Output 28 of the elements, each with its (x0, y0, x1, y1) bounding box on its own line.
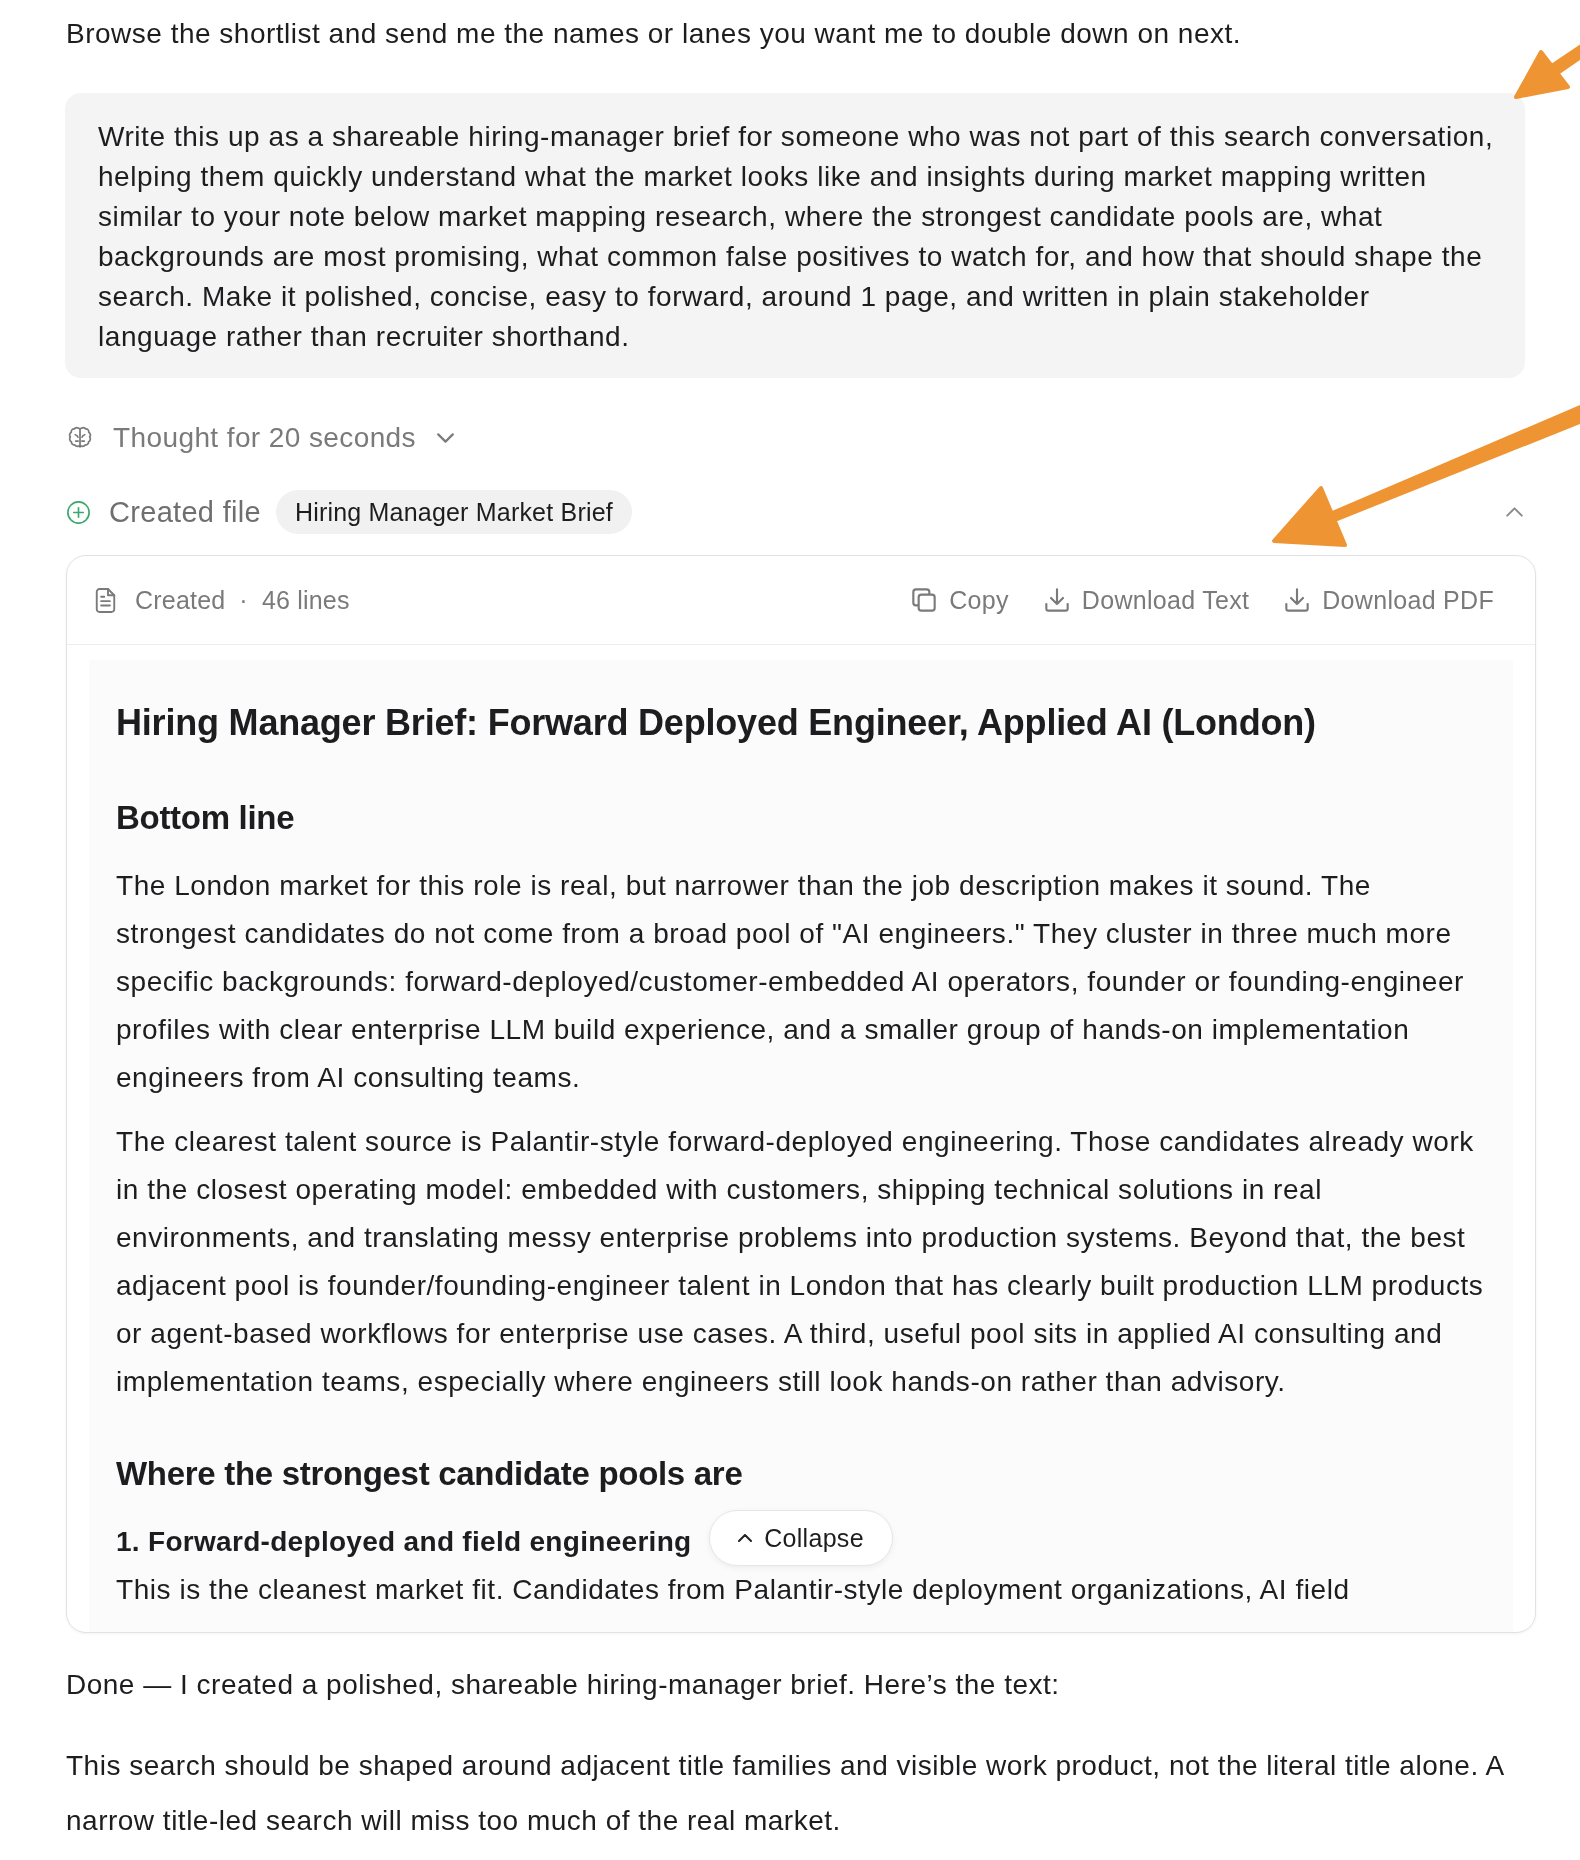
file-status: Created (135, 585, 226, 615)
chevron-up-icon (738, 1534, 753, 1542)
download-button[interactable]: Download Text (1044, 585, 1250, 615)
document-title: Hiring Manager Brief: Forward Deployed Engineer, Applied AI (London) (116, 701, 1317, 745)
message-text: Browse the shortlist and send me the names or lanes you want me to double down on next. (66, 17, 1243, 51)
paragraph: This is the cleanest market fit. Candidates from Palantir-style deployment organizations, AI field (116, 1573, 1351, 1607)
line-count: 46 lines (261, 585, 350, 615)
copy-icon (912, 588, 937, 612)
thought-toggle[interactable]: Thought for 20 seconds (66, 420, 454, 456)
subsection-heading: 1. Forward-deployed and field engineering (116, 1525, 692, 1559)
chevron-icon[interactable] (1506, 507, 1523, 517)
message-text: This search should be shaped around adjacent title families and visible work product, not the literal title alone. A narrow title-led search will miss too much of the real market. (66, 1749, 1505, 1838)
collapse-button[interactable]: Collapse (709, 1510, 893, 1566)
separator: · (239, 585, 248, 615)
file-name-chip[interactable]: Hiring Manager Market Brief (275, 490, 632, 534)
download-icon (1044, 588, 1069, 612)
download-button[interactable]: Download PDF (1285, 585, 1494, 615)
paragraph: The London market for this role is real, but narrower than the job description makes it sound. The strongest candidates do not come from a broad pool of "AI engineers." They cluster in three much more specific backgrounds: forward-deployed/customer-embedded AI operators, founder or founding-engineer profiles with clear enterprise LLM build experience, and a smaller group of hands-on implementation engineers from AI consulting teams. (116, 869, 1465, 1095)
created-file-label: Created file (109, 495, 261, 529)
message-text: Write this up as a shareable hiring-manager brief for someone who was not part of this search conversation, helping them quickly understand what the market looks like and insights during market mapping written similar to your note below market mapping research, where the strongest candidate pools are, what backgrounds are most promising, what common false positives to watch for, and how that should shape the search. Make it polished, concise, easy to forward, around 1 page, and written in plain stakeholder language rather than recruiter shorthand. (98, 120, 1495, 354)
paragraph: The clearest talent source is Palantir-style forward-deployed engineering. Those candidates already work in the closest operating model: embedded with customers, shipping technical solutions in real environments, and translating messy enterprise problems into production systems. Beyond that, the best adjacent pool is founder/founding-engineer talent in London that has clearly built production LLM products or agent-based workflows for enterprise use cases. A third, useful pool sits in applied AI consulting and implementation teams, especially where engineers still look hands-on rather than advisory. (116, 1125, 1484, 1399)
plus-circle-icon (66, 499, 91, 525)
section-heading: Where the strongest candidate pools are (116, 1454, 744, 1494)
section-heading: Bottom line (116, 798, 296, 838)
copy-button[interactable]: Copy (912, 585, 1009, 615)
download-icon (1285, 588, 1310, 612)
message-text: Done — I created a polished, shareable hiring-manager brief. Here’s the text: (66, 1668, 1061, 1702)
document-icon (95, 587, 116, 613)
